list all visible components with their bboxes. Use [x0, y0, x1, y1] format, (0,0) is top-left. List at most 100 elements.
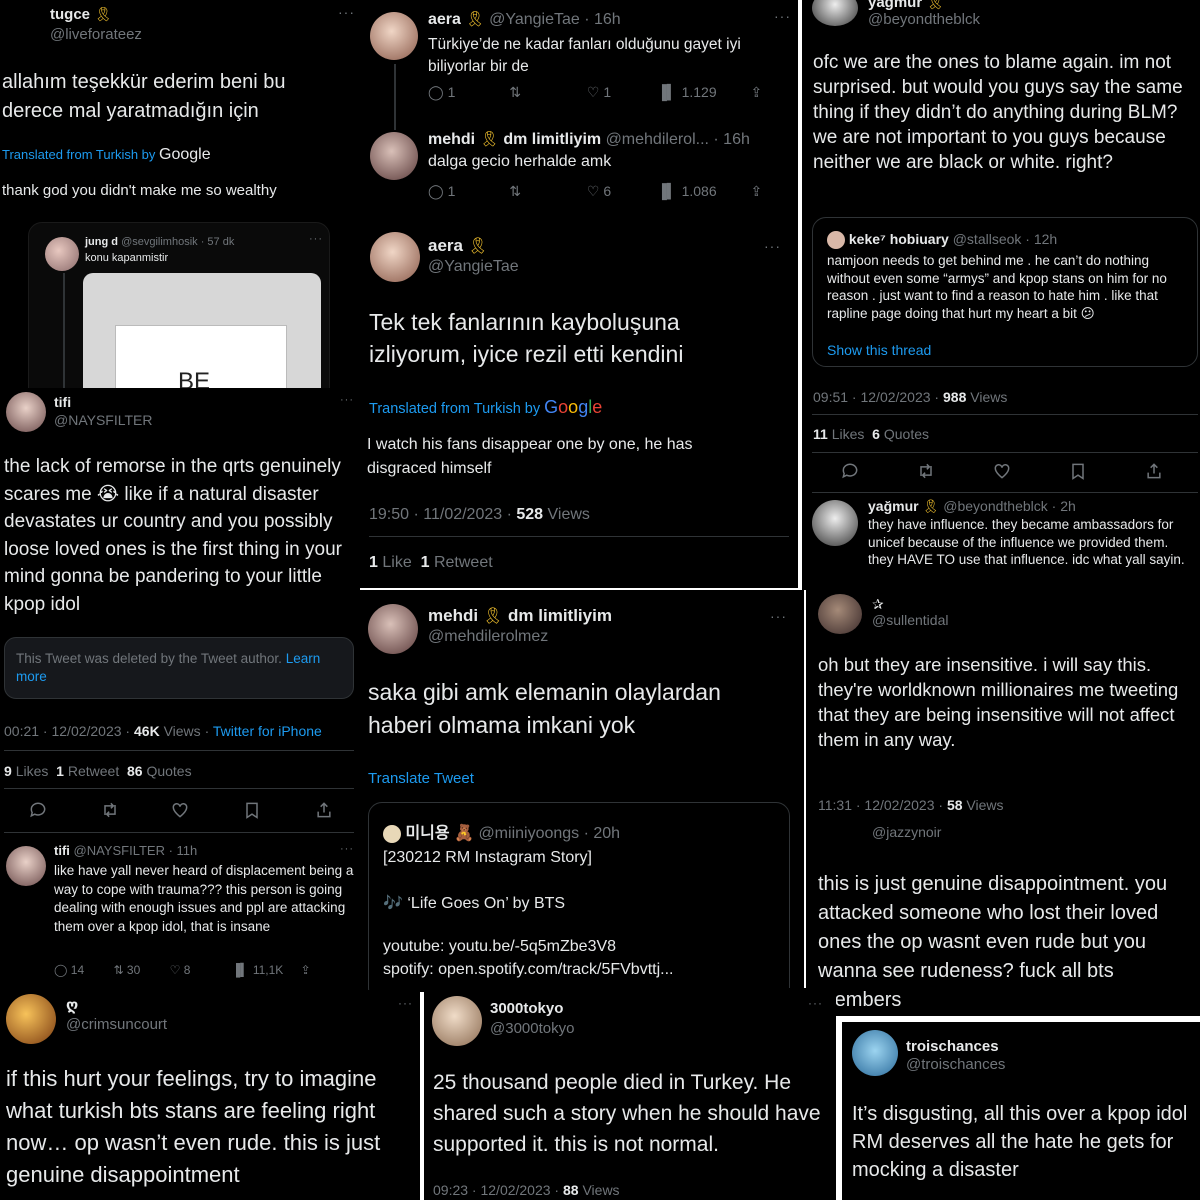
avatar[interactable] [6, 392, 46, 432]
reply-icon[interactable] [840, 461, 860, 481]
views-icon[interactable]: ▐▍ [657, 183, 678, 199]
author-name[interactable]: yagmur [868, 0, 922, 11]
author-handle[interactable]: @3000tokyo [490, 1020, 574, 1037]
author-name[interactable]: aera [428, 11, 461, 28]
timestamp[interactable]: 00:21 · 12/02/2023 · [4, 723, 134, 739]
like-icon[interactable]: ♡ [170, 963, 181, 977]
author-name-tail[interactable]: dm limitliyim [508, 606, 612, 625]
reply-author[interactable]: mehdi [428, 131, 475, 148]
timestamp[interactable]: 11:31 · 12/02/2023 · [818, 797, 947, 813]
reply-handle[interactable]: @mehdilerol... · 16h [606, 131, 750, 148]
source-link[interactable]: Twitter for iPhone [213, 723, 322, 739]
retweet-icon[interactable] [916, 461, 936, 481]
like-icon[interactable]: ♡ [587, 183, 600, 199]
reply-icon[interactable] [28, 800, 48, 820]
avatar[interactable] [852, 1030, 898, 1076]
author-handle[interactable]: @NAYSFILTER [54, 412, 153, 428]
more-icon[interactable]: ··· [309, 233, 323, 245]
author-handle[interactable]: @crimsuncourt [66, 1016, 167, 1033]
more-icon[interactable]: ··· [338, 4, 355, 20]
avatar[interactable] [370, 232, 420, 282]
share-icon[interactable]: ⇪ [751, 84, 763, 100]
reply-icon[interactable]: ◯ [54, 963, 67, 977]
more-icon[interactable]: ··· [808, 996, 823, 1010]
share-icon[interactable]: ⇪ [301, 963, 311, 977]
views-icon[interactable]: ▐▍ [657, 84, 678, 100]
quoted-tweet[interactable]: 미니용 🧸 @miiniyoongs · 20h [230212 RM Inst… [368, 802, 790, 992]
more-icon[interactable]: ··· [774, 8, 791, 24]
author-name[interactable]: mehdi [428, 606, 478, 625]
reply-icon[interactable]: ◯ [428, 183, 444, 199]
share-icon[interactable]: ⇪ [751, 183, 763, 199]
likes-count[interactable]: 11 [813, 426, 828, 442]
retweet-icon[interactable]: ⇅ [509, 183, 521, 199]
translate-tweet-link[interactable]: Translate Tweet [368, 770, 474, 787]
avatar[interactable] [370, 12, 418, 60]
retweet-icon[interactable]: ⇅ [113, 963, 123, 977]
reply-handle[interactable]: @NAYSFILTER · 11h [74, 843, 198, 858]
author-name[interactable]: 3000tokyo [490, 1000, 563, 1017]
timestamp[interactable]: 09:51 · 12/02/2023 · [813, 389, 943, 405]
author-name[interactable]: aera [428, 236, 463, 255]
retweets-count[interactable]: 1 [421, 554, 430, 571]
author-handle[interactable]: @liveforateez [50, 26, 142, 43]
like-icon[interactable] [992, 461, 1012, 481]
avatar[interactable] [370, 132, 418, 180]
share-icon[interactable] [1144, 461, 1164, 481]
author-name[interactable]: tugce [50, 6, 90, 23]
author-handle[interactable]: @beyondtheblck [868, 11, 980, 28]
avatar[interactable] [368, 604, 418, 654]
bookmark-icon[interactable] [242, 800, 262, 820]
like-icon[interactable] [170, 800, 190, 820]
bookmark-icon[interactable] [1068, 461, 1088, 481]
reply-handle[interactable]: @beyondtheblck · 2h [943, 498, 1076, 514]
avatar[interactable] [6, 846, 46, 886]
author-handle[interactable]: @mehdilerolmez [428, 628, 548, 646]
translation-attribution[interactable]: Translated from Turkish by Google [369, 397, 602, 418]
quoted-image[interactable]: BE [83, 273, 321, 398]
quotes-count[interactable]: 86 [127, 763, 143, 779]
timestamp[interactable]: 09:23 · 12/02/2023 · [433, 1182, 563, 1198]
quoted-tweet[interactable]: jung d @sevgilimhosik · 57 dk ··· konu k… [28, 222, 330, 398]
reply-author[interactable]: tifi [54, 843, 70, 858]
more-icon[interactable]: ··· [398, 996, 413, 1010]
more-icon[interactable]: ··· [764, 238, 781, 254]
reply-icon[interactable]: ◯ [428, 84, 444, 100]
reply-author-tail[interactable]: dm limitliyim [503, 131, 601, 148]
retweet-icon[interactable] [100, 800, 120, 820]
likes-count[interactable]: 9 [4, 763, 12, 779]
share-icon[interactable] [314, 800, 334, 820]
author-handle[interactable]: @troischances [906, 1056, 1005, 1073]
author-name[interactable]: ✰ [872, 596, 884, 613]
retweets-count[interactable]: 1 [56, 763, 64, 779]
more-icon[interactable]: ··· [340, 394, 354, 406]
more-icon[interactable]: ··· [340, 843, 354, 855]
like-icon[interactable]: ♡ [587, 84, 600, 100]
avatar[interactable] [6, 994, 56, 1044]
views-icon[interactable]: ▐▍ [232, 963, 250, 977]
quotes-count[interactable]: 6 [872, 426, 880, 442]
author-handle[interactable]: @jazzynoir [872, 824, 941, 840]
avatar [827, 231, 845, 250]
reply-text: like have yall never heard of displaceme… [54, 863, 354, 934]
author-handle[interactable]: @YangieTae · 16h [489, 11, 621, 28]
retweet-icon[interactable]: ⇅ [509, 84, 521, 100]
author-handle[interactable]: @YangieTae [428, 258, 519, 276]
avatar[interactable] [812, 500, 858, 546]
quoted-tweet[interactable]: keke⁷ hobiuary @stallseok · 12h namjoon … [812, 217, 1198, 367]
author-name[interactable]: troischances [906, 1038, 999, 1055]
author-name[interactable]: ღ [66, 996, 78, 1014]
likes-count[interactable]: 1 [369, 554, 378, 571]
show-thread-link[interactable]: Show this thread [827, 342, 931, 358]
avatar[interactable] [432, 996, 482, 1046]
author-name[interactable]: tifi [54, 394, 71, 410]
timestamp[interactable]: 19:50 · 11/02/2023 · [369, 506, 516, 523]
author-line: tugce 🎗 [50, 6, 112, 23]
more-icon[interactable]: ··· [770, 608, 787, 624]
avatar[interactable] [45, 237, 79, 271]
reply-author[interactable]: yağmur [868, 498, 919, 514]
avatar[interactable] [812, 0, 858, 26]
author-handle[interactable]: @sullentidal [872, 612, 948, 628]
translation-attribution[interactable]: Translated from Turkish by Google [2, 146, 211, 164]
avatar[interactable] [818, 594, 862, 634]
